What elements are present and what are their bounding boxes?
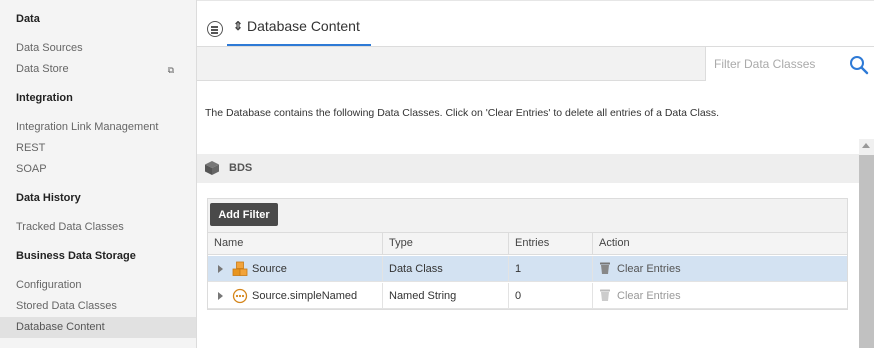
cell-name: Source.simpleNamed [208,283,383,309]
expand-arrow-icon[interactable] [218,265,223,273]
description-text: The Database contains the following Data… [205,107,720,119]
sidebar-section-integration: Integration [16,92,73,104]
grid-toolbar: Add Filter [208,199,847,232]
sidebar-section-business-data-storage: Business Data Storage [16,250,136,262]
trash-icon [600,262,610,274]
expand-arrow-icon[interactable] [218,292,223,300]
cube-icon [205,161,219,175]
sidebar-item-label: Data Store [16,63,69,75]
row-name: Source.simpleNamed [252,290,358,302]
cell-action: Clear Entries [593,256,847,282]
sidebar-item-tracked-data-classes[interactable]: Tracked Data Classes [0,217,196,238]
row-name: Source [252,263,287,275]
data-class-icon [232,261,248,276]
header-bar: ⇕ Database Content [197,0,874,47]
tab-database-content[interactable]: ⇕ Database Content [227,1,371,47]
cell-type: Named String [383,283,509,309]
clear-entries-button[interactable]: Clear Entries [599,283,681,309]
table-row[interactable]: Source Data Class 1 Clear Entries [208,256,847,282]
column-header-name[interactable]: Name [208,233,383,255]
sidebar-item-data-sources[interactable]: Data Sources [0,38,196,59]
cell-entries: 1 [509,256,593,282]
column-header-action[interactable]: Action [593,233,847,255]
add-filter-button[interactable]: Add Filter [210,203,278,226]
scroll-up-arrow-icon[interactable] [862,143,870,148]
named-string-icon [232,288,248,304]
sidebar-item-database-content[interactable]: Database Content [0,317,196,338]
table-header: Name Type Entries Action [208,232,847,255]
clear-entries-label: Clear Entries [617,290,681,302]
clear-entries-button[interactable]: Clear Entries [599,256,681,282]
clear-entries-label: Clear Entries [617,263,681,275]
search-icon[interactable] [849,55,869,75]
sidebar-section-data-history: Data History [16,192,81,204]
sidebar-item-data-store[interactable]: Data Store ⧉ [0,59,196,80]
cell-entries: 0 [509,283,593,309]
section-header-bds: BDS [197,154,859,183]
tab-label: Database Content [247,18,360,34]
sidebar-section-data: Data [16,13,40,25]
sidebar: Data Data Sources Data Store ⧉ Integrati… [0,0,197,348]
vertical-scrollbar[interactable] [859,139,874,348]
filter-data-classes-input[interactable] [706,47,844,81]
external-link-icon: ⧉ [167,65,174,75]
column-header-entries[interactable]: Entries [509,233,593,255]
sidebar-item-configuration[interactable]: Configuration [0,275,196,296]
filter-bar [197,46,874,81]
section-title: BDS [229,162,253,174]
sidebar-item-integration-link-management[interactable]: Integration Link Management [0,117,196,138]
scroll-thumb[interactable] [859,155,874,348]
column-header-type[interactable]: Type [383,233,509,255]
trash-icon [600,289,610,301]
sidebar-item-soap[interactable]: SOAP [0,159,196,180]
list-circle-icon[interactable] [207,21,223,37]
data-class-grid: Add Filter Name Type Entries Action Sour… [207,198,848,310]
cell-type: Data Class [383,256,509,282]
cell-name: Source [208,256,383,282]
cell-action: Clear Entries [593,283,847,309]
filter-box [705,47,874,81]
table-row[interactable]: Source.simpleNamed Named String 0 Clear … [208,283,847,309]
sidebar-item-rest[interactable]: REST [0,138,196,159]
sort-arrows-icon: ⇕ [233,19,244,33]
sidebar-item-stored-data-classes[interactable]: Stored Data Classes [0,296,196,317]
